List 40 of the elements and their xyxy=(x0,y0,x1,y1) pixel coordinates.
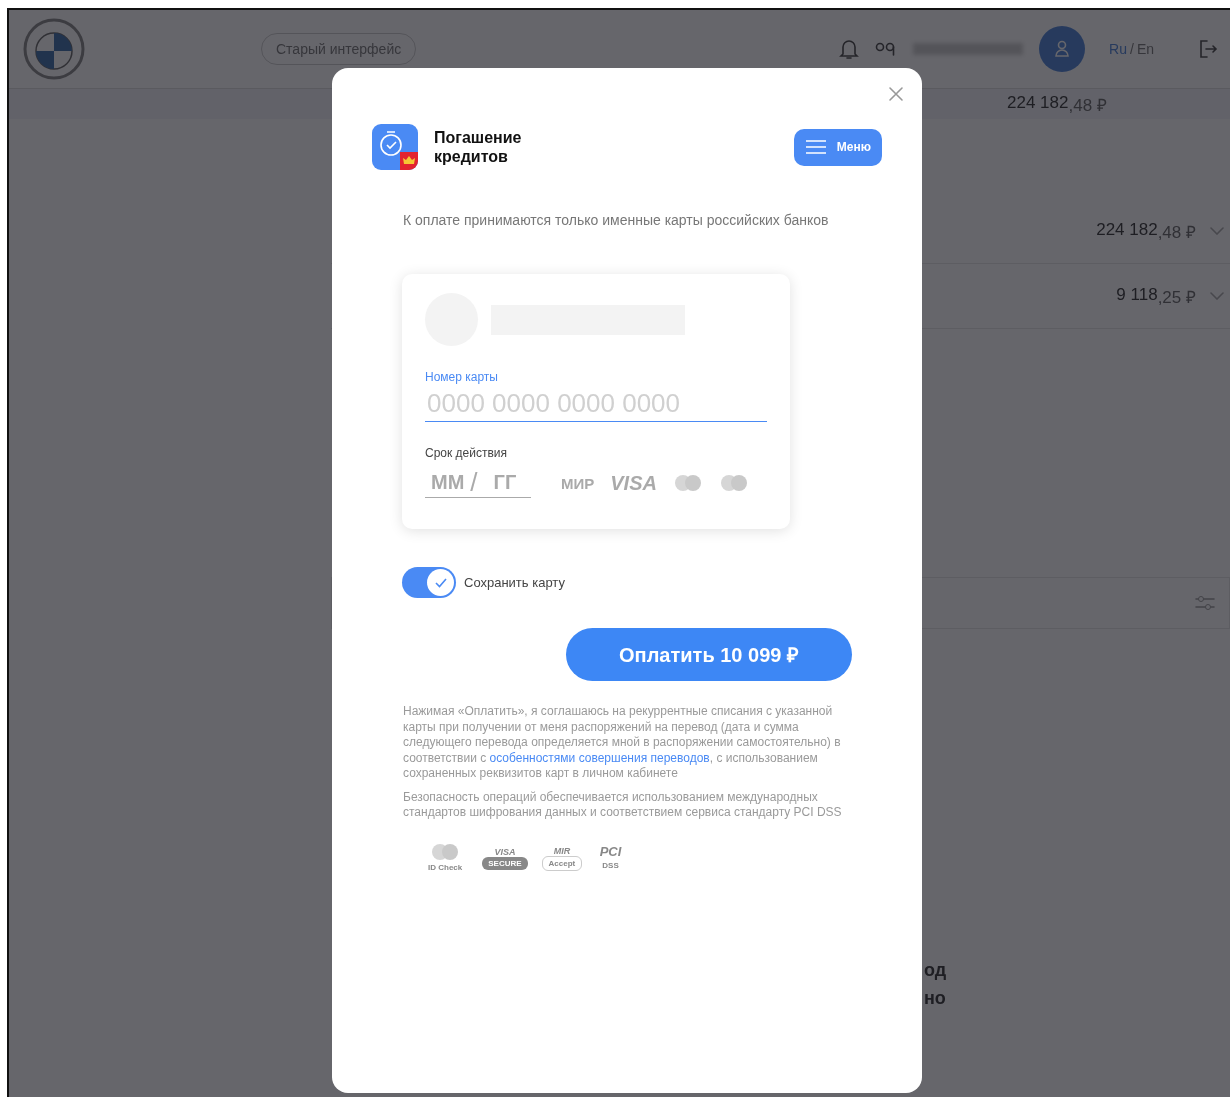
menu-button[interactable]: Меню xyxy=(793,128,882,166)
field-label: Срок действия xyxy=(425,446,509,460)
dialog-title: Погашение кредитов xyxy=(434,128,523,166)
transfer-terms-link[interactable]: особенностями совершения переводов xyxy=(489,750,710,765)
security-logo: ID Check xyxy=(422,842,469,874)
chevron-icon[interactable] xyxy=(1210,292,1224,300)
security-logo: PCI DSS xyxy=(598,844,623,872)
menu-icon xyxy=(804,140,827,154)
field-label: Номер карты xyxy=(425,370,499,384)
check-icon xyxy=(434,577,447,588)
card-brand-icon xyxy=(672,474,703,492)
language-separator: / xyxy=(1130,41,1134,57)
avatar[interactable] xyxy=(1039,26,1086,72)
amount: 224 182 xyxy=(1007,92,1069,112)
amount: 224 182 xyxy=(1096,219,1158,241)
save-card-toggle[interactable] xyxy=(402,567,456,598)
card-brand-logo: VISA xyxy=(610,471,657,495)
heading-text: од xyxy=(924,959,948,981)
language-option[interactable]: Ru xyxy=(1109,41,1127,57)
consent-text: Нажимая «Оплатить», я соглашаюсь на рекуррентные списания с указанной карты при получении от меня распоряжений на перевод (дата и сумма следующего перевода определяется мной в распоряжении самостоятельно) в соответствии с особенностями совершения переводов, с использованием сохраненных реквизитов карт в личном кабинете xyxy=(403,704,842,782)
user-icon xyxy=(1054,40,1071,58)
filter-icon[interactable] xyxy=(1195,594,1215,612)
expiry-field[interactable]: ММ / ГГ xyxy=(425,468,531,498)
card-brand-icon xyxy=(718,474,749,492)
chevron-icon[interactable] xyxy=(1210,227,1224,235)
pay-button[interactable]: Оплатить 10 099 ₽ xyxy=(566,628,852,681)
heading-text: но xyxy=(924,987,947,1009)
security-text: Безопасность операций обеспечивается использованием международных стандартов шифрования данных и соответствием сервиса стандарту PCI DSS xyxy=(403,789,843,821)
app-icon xyxy=(372,124,418,170)
card-brand-logo: МИР xyxy=(561,474,595,492)
logo-icon[interactable] xyxy=(23,18,85,80)
bell-icon[interactable] xyxy=(839,38,860,60)
security-logo: VISA SECURE xyxy=(482,846,528,870)
security-logo: MIR Accept xyxy=(541,845,583,871)
notice-text: К оплате принимаются только именные карты российских банков xyxy=(403,212,830,228)
logout-icon[interactable] xyxy=(1198,39,1218,59)
amount: 9 118 xyxy=(1116,284,1158,306)
circles-icon xyxy=(430,842,461,861)
toggle-label: Сохранить карту xyxy=(464,575,565,590)
close-button[interactable] xyxy=(886,84,906,104)
